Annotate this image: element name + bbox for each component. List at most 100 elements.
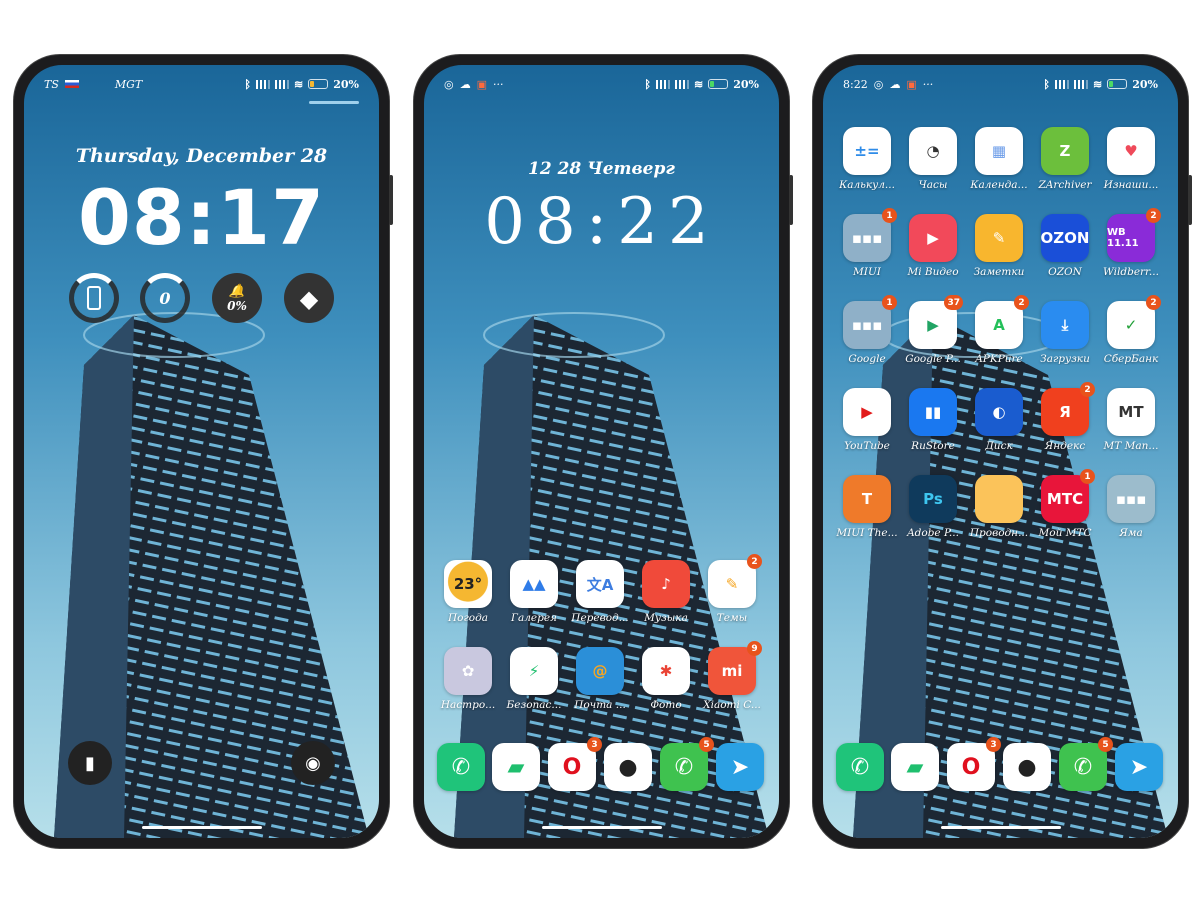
dock-opera-icon[interactable]: O3 bbox=[947, 737, 1001, 791]
home-indicator[interactable] bbox=[941, 826, 1061, 829]
app-label[interactable]: Яндекс bbox=[1032, 440, 1098, 452]
app-icon-2[interactable]: ▲▲ bbox=[510, 560, 558, 608]
home-indicator[interactable] bbox=[142, 826, 262, 829]
app-label[interactable]: Почта ... bbox=[567, 699, 633, 711]
app-icon-2[interactable]: ◔ bbox=[909, 127, 957, 175]
app-label[interactable]: MT Man... bbox=[1098, 440, 1164, 452]
carrier-label-2: MGT bbox=[114, 77, 143, 91]
app-icon-7[interactable]: ⚡ bbox=[510, 647, 558, 695]
dock-whatsapp-icon[interactable]: ✆ 5 bbox=[1059, 737, 1113, 791]
app-label[interactable]: Заметки bbox=[966, 266, 1032, 278]
dock-opera-icon[interactable]: O3 bbox=[548, 737, 602, 791]
app-icon-12[interactable]: ▶ 37 bbox=[909, 295, 963, 349]
dock-camera-icon[interactable]: ● bbox=[1003, 743, 1051, 791]
bluetooth-icon: ᛒ bbox=[644, 77, 652, 91]
app-icon-11[interactable]: ▪▪▪ 1 bbox=[843, 295, 897, 349]
app-label[interactable]: Музыка bbox=[633, 612, 699, 624]
app-label[interactable]: Wildberr... bbox=[1098, 266, 1164, 278]
app-icon-16[interactable]: ▶ bbox=[843, 388, 891, 436]
app-icon-25[interactable]: ▪▪▪ bbox=[1107, 475, 1155, 523]
flashlight-button[interactable]: ▮ bbox=[68, 741, 112, 785]
dock-phone-icon[interactable]: ✆ bbox=[836, 743, 884, 791]
widget-bell[interactable]: 🔔 0% bbox=[212, 273, 262, 323]
wifi-icon: ≋ bbox=[694, 77, 704, 91]
app-label[interactable]: Галерея bbox=[501, 612, 567, 624]
app-label[interactable]: Mi Видео bbox=[900, 266, 966, 278]
app-icon-24[interactable]: МТС 1 bbox=[1041, 469, 1095, 523]
app-icon-9[interactable]: ✱ bbox=[642, 647, 690, 695]
app-label[interactable]: СберБанк bbox=[1098, 353, 1164, 365]
app-label[interactable]: MIUI bbox=[834, 266, 900, 278]
widget-phone-ring[interactable] bbox=[69, 273, 119, 323]
app-label[interactable]: Google P... bbox=[900, 353, 966, 365]
app-icon-17[interactable]: ▮▮ bbox=[909, 388, 957, 436]
app-label[interactable]: Перевод... bbox=[567, 612, 633, 624]
app-icon-4[interactable]: Z bbox=[1041, 127, 1089, 175]
dock-telegram-icon[interactable]: ➤ bbox=[1115, 743, 1163, 791]
app-label[interactable]: Темы bbox=[699, 612, 765, 624]
app-icon-6[interactable]: ✿ bbox=[444, 647, 492, 695]
app-icon-7[interactable]: ▶ bbox=[909, 214, 957, 262]
app-label[interactable]: Adobe P... bbox=[900, 527, 966, 539]
app-label[interactable]: Погода bbox=[435, 612, 501, 624]
home-indicator[interactable] bbox=[542, 826, 662, 829]
app-label[interactable]: OZON bbox=[1032, 266, 1098, 278]
app-label[interactable]: ZArchiver bbox=[1032, 179, 1098, 191]
widget-gauge[interactable]: 0 bbox=[140, 273, 190, 323]
app-icon-3[interactable]: 文A bbox=[576, 560, 624, 608]
app-icon-1[interactable]: ±= bbox=[843, 127, 891, 175]
dock-telegram-icon[interactable]: ➤ bbox=[716, 743, 764, 791]
battery-fill bbox=[1109, 81, 1113, 87]
app-label[interactable]: Календа... bbox=[966, 179, 1032, 191]
app-icon-1[interactable]: 23° bbox=[444, 560, 492, 608]
app-label[interactable]: Загрузки bbox=[1032, 353, 1098, 365]
app-icon-8[interactable]: @ bbox=[576, 647, 624, 695]
widget-shortcuts[interactable]: ◆ bbox=[284, 273, 334, 323]
app-label[interactable]: Проводн... bbox=[966, 527, 1032, 539]
app-glyph: O bbox=[961, 754, 981, 780]
app-icon-13[interactable]: A2 bbox=[975, 295, 1029, 349]
app-icon-18[interactable]: ◐ bbox=[975, 388, 1023, 436]
app-icon-4[interactable]: ♪ bbox=[642, 560, 690, 608]
app-label[interactable]: Xiaomi C... bbox=[699, 699, 765, 711]
dock-whatsapp-icon[interactable]: ✆ 5 bbox=[660, 737, 714, 791]
app-icon-5[interactable]: ✎ 2 bbox=[708, 554, 762, 608]
status-bar: ◎ ☁ ▣ ··· ᛒ ≋ 20% bbox=[444, 75, 759, 93]
dock-messages-icon[interactable]: ▰ bbox=[492, 743, 540, 791]
app-icon-21[interactable]: T bbox=[843, 475, 891, 523]
app-label[interactable]: Мой МТС bbox=[1032, 527, 1098, 539]
app-label[interactable]: MIUI The... bbox=[834, 527, 900, 539]
app-label[interactable]: Google bbox=[834, 353, 900, 365]
app-icon-5[interactable]: ♥ bbox=[1107, 127, 1155, 175]
dock-phone-icon[interactable]: ✆ bbox=[437, 743, 485, 791]
app-label[interactable]: Часы bbox=[900, 179, 966, 191]
app-icon-9[interactable]: OZON bbox=[1041, 214, 1089, 262]
app-icon-10[interactable]: mi 9 bbox=[708, 641, 762, 695]
app-icon-22[interactable]: Ps bbox=[909, 475, 957, 523]
app-icon-23[interactable] bbox=[975, 475, 1023, 523]
app-icon-6[interactable]: ▪▪▪ 1 bbox=[843, 208, 897, 262]
app-label[interactable]: APKPure bbox=[966, 353, 1032, 365]
app-icon-3[interactable]: ▦ bbox=[975, 127, 1023, 175]
app-icon-8[interactable]: ✎ bbox=[975, 214, 1023, 262]
app-label[interactable]: RuStore bbox=[900, 440, 966, 452]
app-icon-10[interactable]: WB 11.11 2 bbox=[1107, 208, 1161, 262]
app-icon-20[interactable]: MT bbox=[1107, 388, 1155, 436]
app-label[interactable]: Изнаши... bbox=[1098, 179, 1164, 191]
app-glyph: ♥ bbox=[1124, 142, 1138, 160]
app-label[interactable]: Яма bbox=[1098, 527, 1164, 539]
app-label[interactable]: YouTube bbox=[834, 440, 900, 452]
app-label[interactable]: Калькул... bbox=[834, 179, 900, 191]
bluetooth-icon: ᛒ bbox=[1043, 77, 1051, 91]
app-glyph: Ps bbox=[923, 490, 943, 508]
app-label[interactable]: Безопас... bbox=[501, 699, 567, 711]
app-icon-14[interactable]: ⤓ bbox=[1041, 301, 1089, 349]
app-icon-15[interactable]: ✓ 2 bbox=[1107, 295, 1161, 349]
app-label[interactable]: Настро... bbox=[435, 699, 501, 711]
dock-messages-icon[interactable]: ▰ bbox=[891, 743, 939, 791]
dock-camera-icon[interactable]: ● bbox=[604, 743, 652, 791]
app-label[interactable]: Диск bbox=[966, 440, 1032, 452]
camera-button[interactable]: ◉ bbox=[291, 741, 335, 785]
app-icon-19[interactable]: Я2 bbox=[1041, 382, 1095, 436]
app-label[interactable]: Фото bbox=[633, 699, 699, 711]
